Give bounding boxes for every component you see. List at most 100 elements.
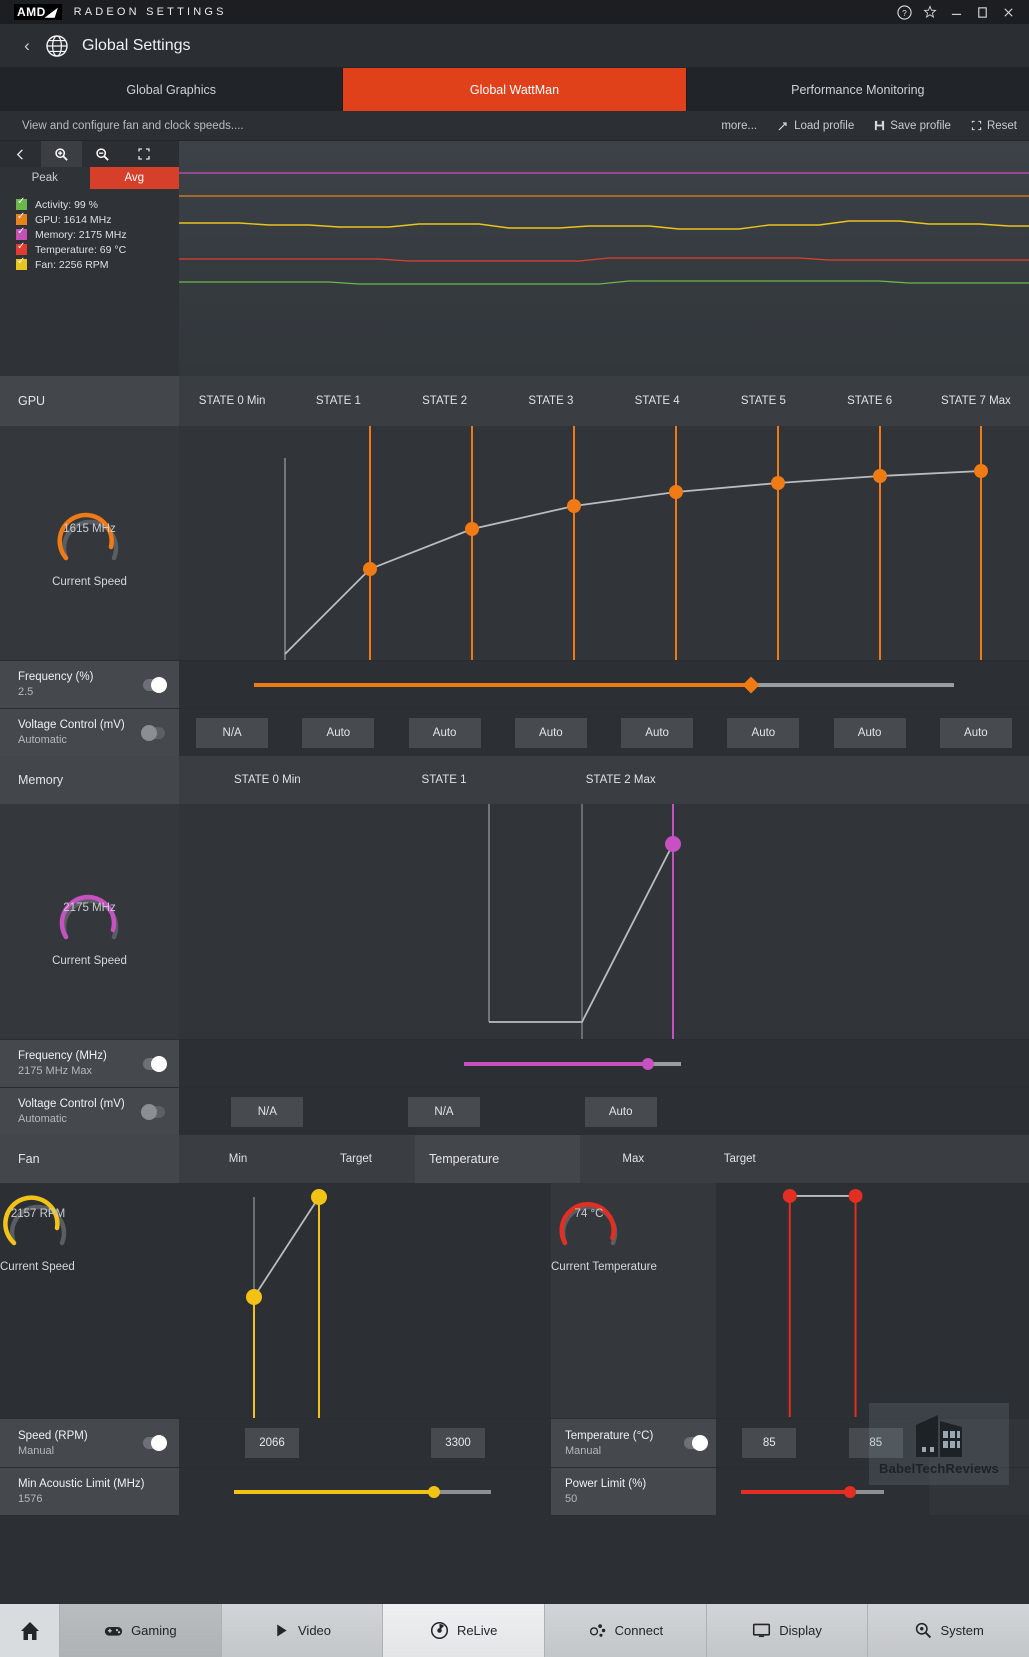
- nav-label-relive: ReLive: [456, 1623, 498, 1638]
- gpu-gauge: 1615 MHz Current Speed: [0, 426, 179, 660]
- memory-voltage-label-cell: Voltage Control (mV) Automatic: [0, 1088, 179, 1135]
- legend-item-memory[interactable]: Memory: 2175 MHz: [16, 226, 179, 242]
- tab-global-graphics[interactable]: Global Graphics: [0, 68, 344, 111]
- nav-item-relive[interactable]: ReLive: [383, 1604, 546, 1657]
- gpu-voltage-btn-7[interactable]: Auto: [939, 717, 1012, 748]
- legend-item-temperature[interactable]: Temperature: 69 °C: [16, 241, 179, 257]
- memory-voltage-toggle[interactable]: [141, 1103, 165, 1120]
- legend-item-activity[interactable]: Activity: 99 %: [16, 196, 179, 212]
- sub-toolbar: View and configure fan and clock speeds.…: [0, 111, 1029, 141]
- system-icon: [915, 1622, 931, 1639]
- tab-global-wattman[interactable]: Global WattMan: [343, 68, 687, 111]
- legend-label-gpu: GPU: 1614 MHz: [35, 213, 112, 226]
- zoom-out-icon[interactable]: [82, 141, 123, 167]
- memory-voltage-btn-1[interactable]: N/A: [408, 1096, 480, 1127]
- legend-swatch-fan: [16, 256, 27, 270]
- memory-gauge-caption: Current Speed: [52, 954, 127, 967]
- more-button[interactable]: more...: [721, 120, 757, 132]
- bottom-navigation: Gaming Video ReLive Connect Display Syst…: [0, 1604, 1029, 1657]
- fan-gauge: 2157 RPM Current Speed: [0, 1183, 179, 1418]
- memory-state-2: STATE 2 Max: [585, 774, 656, 786]
- tab-bar: Global Graphics Global WattMan Performan…: [0, 68, 1029, 111]
- memory-voltage-btn-2[interactable]: Auto: [584, 1096, 657, 1127]
- zoom-in-icon[interactable]: [41, 141, 82, 167]
- memory-gauge-value: 2175 MHz: [63, 901, 116, 914]
- gpu-voltage-btn-6[interactable]: Auto: [833, 717, 906, 748]
- save-profile-button[interactable]: Save profile: [874, 120, 951, 132]
- mode-peak[interactable]: Peak: [0, 167, 90, 189]
- gpu-voltage-btn-1[interactable]: Auto: [302, 717, 375, 748]
- memory-curve-plot[interactable]: [179, 804, 1029, 1039]
- memory-frequency-slider[interactable]: [464, 1057, 681, 1071]
- gpu-gauge-caption: Current Speed: [52, 576, 127, 588]
- star-icon[interactable]: [917, 1, 943, 23]
- acoustic-limit-label: Min Acoustic Limit (MHz): [18, 1478, 145, 1490]
- watermark-text: BabelTechReviews: [878, 1460, 999, 1476]
- memory-voltage-btn-0[interactable]: N/A: [231, 1096, 304, 1127]
- nav-item-video[interactable]: Video: [221, 1604, 384, 1657]
- nav-item-gaming[interactable]: Gaming: [60, 1604, 222, 1657]
- temperature-column-headers: Max Target: [580, 1135, 793, 1183]
- back-button[interactable]: ‹: [14, 36, 40, 56]
- gpu-voltage-value: Automatic: [18, 734, 67, 746]
- mode-avg[interactable]: Avg: [89, 167, 179, 189]
- fan-speed-target-field[interactable]: 3300: [431, 1428, 485, 1458]
- memory-state-1: STATE 1: [421, 774, 467, 786]
- temperature-max-field[interactable]: 85: [742, 1428, 797, 1458]
- fan-curve-plot[interactable]: [179, 1183, 551, 1418]
- globe-icon: [44, 33, 70, 59]
- maximize-icon[interactable]: [969, 1, 995, 23]
- temperature-gauge-caption: Current Temperature: [551, 1261, 657, 1273]
- nav-item-system[interactable]: System: [868, 1604, 1029, 1657]
- gpu-frequency-slider[interactable]: [254, 676, 954, 693]
- temperature-curve-plot[interactable]: [716, 1183, 1028, 1418]
- fan-speed-toggle[interactable]: [143, 1435, 167, 1451]
- page-description: View and configure fan and clock speeds.…: [22, 119, 244, 132]
- help-icon[interactable]: ?: [891, 1, 917, 23]
- memory-frequency-label-cell: Frequency (MHz) 2175 MHz Max: [0, 1040, 179, 1087]
- svg-text:?: ?: [902, 7, 907, 17]
- legend-swatch-memory: [16, 226, 27, 240]
- power-limit-slider[interactable]: [741, 1485, 884, 1499]
- legend-item-gpu[interactable]: GPU: 1614 MHz: [16, 211, 179, 227]
- nav-label-gaming: Gaming: [131, 1623, 177, 1638]
- reset-button[interactable]: Reset: [971, 120, 1017, 132]
- memory-frequency-label: Frequency (MHz): [18, 1050, 107, 1062]
- nav-home-button[interactable]: [0, 1604, 60, 1657]
- gpu-curve-plot[interactable]: [179, 426, 1029, 660]
- tab-performance-monitoring[interactable]: Performance Monitoring: [687, 68, 1029, 111]
- minimize-icon[interactable]: [943, 1, 969, 23]
- fit-icon[interactable]: [123, 141, 164, 167]
- fan-speed-label-cell: Speed (RPM) Manual: [0, 1419, 179, 1467]
- gpu-panel: 1615 MHz Current Speed: [0, 426, 1029, 660]
- acoustic-limit-slider[interactable]: [234, 1485, 491, 1499]
- memory-frequency-toggle[interactable]: [143, 1055, 167, 1072]
- gpu-voltage-btn-3[interactable]: Auto: [514, 717, 587, 748]
- legend-label-activity: Activity: 99 %: [35, 198, 99, 211]
- nav-item-connect[interactable]: Connect: [545, 1604, 707, 1657]
- memory-frequency-row: Frequency (MHz) 2175 MHz Max: [0, 1039, 1029, 1087]
- memory-state-0: STATE 0 Min: [234, 774, 301, 786]
- close-icon[interactable]: [995, 1, 1021, 23]
- nav-item-display[interactable]: Display: [706, 1604, 869, 1657]
- legend-swatch-gpu: [16, 211, 27, 225]
- gpu-voltage-toggle[interactable]: [141, 724, 165, 741]
- gpu-voltage-buttons: N/A Auto Auto Auto Auto Auto Auto Auto: [179, 717, 1029, 748]
- gpu-state-headers: STATE 0 Min STATE 1 STATE 2 STATE 3 STAT…: [179, 376, 1029, 426]
- monitoring-plot: [179, 141, 1029, 376]
- gpu-frequency-toggle[interactable]: [143, 676, 167, 693]
- relive-icon: [430, 1621, 448, 1640]
- memory-gauge-arc: 2175 MHz: [52, 877, 128, 943]
- gpu-voltage-btn-2[interactable]: Auto: [408, 717, 481, 748]
- gpu-frequency-slider-cell: [179, 661, 1029, 708]
- fan-speed-min-field[interactable]: 2066: [245, 1428, 299, 1458]
- gpu-voltage-btn-0[interactable]: N/A: [196, 717, 269, 748]
- gpu-voltage-btn-5[interactable]: Auto: [727, 717, 800, 748]
- legend-item-fan[interactable]: Fan: 2256 RPM: [16, 256, 179, 272]
- gpu-voltage-btn-4[interactable]: Auto: [621, 717, 694, 748]
- monitoring-sidebar: Peak Avg Activity: 99 % GPU: 1614 MHz Me…: [0, 141, 179, 376]
- gpu-section-header: GPU STATE 0 Min STATE 1 STATE 2 STATE 3 …: [0, 376, 1029, 426]
- back-icon[interactable]: [0, 141, 41, 167]
- temperature-toggle[interactable]: [684, 1435, 708, 1451]
- load-profile-button[interactable]: Load profile: [777, 120, 854, 132]
